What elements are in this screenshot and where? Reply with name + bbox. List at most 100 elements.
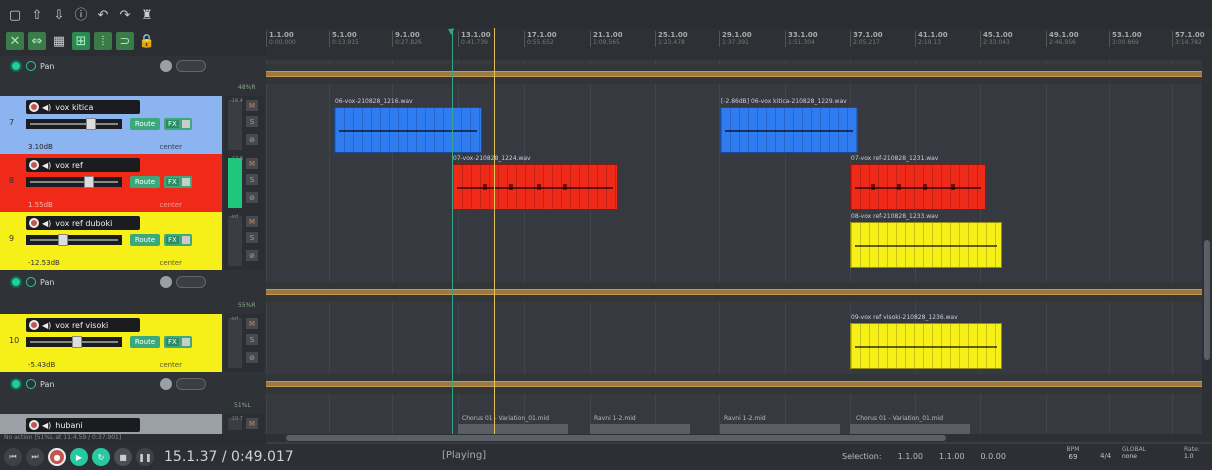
phase-icon[interactable]: ⊘ — [246, 134, 258, 145]
go-end-icon[interactable]: ⏭ — [26, 448, 44, 466]
mute-button[interactable]: M — [246, 318, 258, 329]
speaker-icon[interactable]: ◀) — [42, 161, 51, 170]
fx-button[interactable]: FX — [164, 234, 192, 246]
playrate[interactable]: Rate: 1.0 — [1184, 446, 1200, 460]
track-name-box[interactable]: ◀) vox kitica — [26, 100, 140, 114]
media-item[interactable]: 09-vox ref visoki-210828_1236.wav — [850, 314, 1002, 369]
envelope-mode-toggle[interactable] — [176, 60, 206, 72]
global-automation[interactable]: GLOBAL none — [1122, 446, 1146, 460]
record-arm-icon[interactable] — [29, 160, 39, 170]
media-item[interactable]: [-2.86dB] 06-vox kitica-210828_1229.wav — [720, 98, 858, 153]
media-item[interactable]: 08-vox ref-210828_1233.wav — [850, 213, 1002, 268]
solo-button[interactable]: S — [246, 116, 258, 127]
undo-icon[interactable]: ↶ — [94, 6, 112, 24]
track-vox-kitica[interactable]: 7 ◀) vox kitica Route FX 3.10dB center 4… — [0, 84, 266, 154]
fx-button[interactable]: FX — [164, 176, 192, 188]
midi-item[interactable]: Ravni 1-2.mid — [720, 415, 840, 434]
track-name-box[interactable]: ◀) vox ref duboki — [26, 216, 140, 230]
midi-item[interactable]: Ravni 1-2.mid — [590, 415, 690, 434]
volume-fader[interactable] — [26, 336, 122, 348]
ripple-icon[interactable]: ⇔ — [28, 32, 46, 50]
track-name-box[interactable]: ◀) vox ref visoki — [26, 318, 140, 332]
volume-fader[interactable] — [26, 176, 122, 188]
route-button[interactable]: Route — [130, 176, 160, 188]
mute-button[interactable]: M — [246, 100, 258, 111]
route-button[interactable]: Route — [130, 234, 160, 246]
pan-knob[interactable] — [160, 60, 172, 72]
edit-cursor[interactable] — [452, 28, 453, 434]
save-down-icon[interactable]: ⇩ — [50, 6, 68, 24]
grid-icon[interactable]: ▦ — [50, 32, 68, 50]
snap-icon[interactable]: ⊞ — [72, 32, 90, 50]
envelope-mode-toggle[interactable] — [176, 276, 206, 288]
arrange-view[interactable]: 1.1.00 0:00.000 5.1.00 0:13.915 9.1.00 0:27… — [266, 0, 1212, 434]
speaker-icon[interactable]: ◀) — [42, 103, 51, 112]
lock-icon[interactable]: 🔒 — [138, 32, 156, 50]
phase-icon[interactable]: ⊘ — [246, 192, 258, 203]
time-signature[interactable]: 4/4 — [1100, 452, 1111, 460]
go-start-icon[interactable]: ⏮ — [4, 448, 22, 466]
envelope-lane[interactable] — [266, 64, 1212, 84]
vertical-scrollbar[interactable] — [1202, 60, 1212, 434]
route-button[interactable]: Route — [130, 118, 160, 130]
speaker-icon[interactable]: ◀) — [42, 219, 51, 228]
envelope-on-icon[interactable] — [10, 276, 22, 288]
phase-icon[interactable]: ⊘ — [246, 250, 258, 261]
midi-item[interactable]: Chorus 01 - Variation_01.mid — [458, 415, 568, 434]
redo-icon[interactable]: ↷ — [116, 6, 134, 24]
save-up-icon[interactable]: ⇧ — [28, 6, 46, 24]
track-hubani[interactable]: ◀) hubani -10.7 M — [0, 414, 266, 434]
record-arm-icon[interactable] — [29, 420, 39, 430]
media-item[interactable]: 06-vox-210828_1216.wav — [334, 98, 482, 153]
power-icon[interactable] — [26, 379, 36, 389]
stop-icon[interactable]: ■ — [114, 448, 132, 466]
route-button[interactable]: Route — [130, 336, 160, 348]
play-icon[interactable]: ▶ — [70, 448, 88, 466]
media-item[interactable]: 07-vox-210828_1224.wav — [452, 155, 618, 210]
solo-button[interactable]: S — [246, 232, 258, 243]
track-name-box[interactable]: ◀) vox ref — [26, 158, 140, 172]
horizontal-scrollbar[interactable] — [266, 434, 1212, 442]
info-icon[interactable]: ⓘ — [72, 6, 90, 24]
record-arm-icon[interactable] — [29, 218, 39, 228]
phase-icon[interactable]: ⊘ — [246, 352, 258, 363]
mute-button[interactable]: M — [246, 216, 258, 227]
media-item[interactable]: 07-vox ref-210828_1231.wav — [850, 155, 986, 210]
solo-button[interactable]: S — [246, 334, 258, 345]
volume-fader[interactable] — [26, 234, 122, 246]
record-arm-icon[interactable] — [29, 320, 39, 330]
speaker-icon[interactable]: ◀) — [42, 321, 51, 330]
envelope-on-icon[interactable] — [10, 60, 22, 72]
markers-icon[interactable]: ⦙ — [94, 32, 112, 50]
track-vox-ref-duboki[interactable]: 9 ◀) vox ref duboki Route FX -12.53dB ce… — [0, 212, 266, 270]
selection-length[interactable]: 0.0.00 — [980, 452, 1005, 461]
repeat-icon[interactable]: ↻ — [92, 448, 110, 466]
timeline-ruler[interactable]: 1.1.00 0:00.000 5.1.00 0:13.915 9.1.00 0:27… — [266, 28, 1212, 60]
track-vox-ref[interactable]: 8 ◀) vox ref Route FX 1.55dB center -12.… — [0, 154, 266, 212]
fx-button[interactable]: FX — [164, 118, 192, 130]
solo-button[interactable]: S — [246, 174, 258, 185]
selection-start[interactable]: 1.1.00 — [898, 452, 923, 461]
record-icon[interactable]: ● — [48, 448, 66, 466]
mute-button[interactable]: M — [246, 158, 258, 169]
selection-end[interactable]: 1.1.00 — [939, 452, 964, 461]
bpm-box[interactable]: BPM 69 — [1058, 446, 1088, 461]
pan-knob[interactable] — [160, 378, 172, 390]
volume-fader[interactable] — [26, 118, 122, 130]
pause-icon[interactable]: ❚❚ — [136, 448, 154, 466]
track-vox-ref-visoki[interactable]: 10 ◀) vox ref visoki Route FX -5.43dB ce… — [0, 302, 266, 372]
loop-icon[interactable]: ⊃ — [116, 32, 134, 50]
pan-knob[interactable] — [160, 276, 172, 288]
crossfade-icon[interactable]: ✕ — [6, 32, 24, 50]
power-icon[interactable] — [26, 61, 36, 71]
edit-cursor-marker-icon[interactable]: ▼ — [448, 28, 458, 36]
midi-item[interactable]: Chorus 01 - Variation_01.mid — [850, 415, 970, 434]
record-arm-icon[interactable] — [29, 102, 39, 112]
mute-button[interactable]: M — [246, 418, 258, 429]
metronome-icon[interactable]: ♜ — [138, 6, 156, 24]
speaker-icon[interactable]: ◀) — [42, 421, 51, 430]
new-file-icon[interactable]: ▢ — [6, 6, 24, 24]
fx-button[interactable]: FX — [164, 336, 192, 348]
envelope-mode-toggle[interactable] — [176, 378, 206, 390]
envelope-lane[interactable] — [266, 282, 1212, 302]
